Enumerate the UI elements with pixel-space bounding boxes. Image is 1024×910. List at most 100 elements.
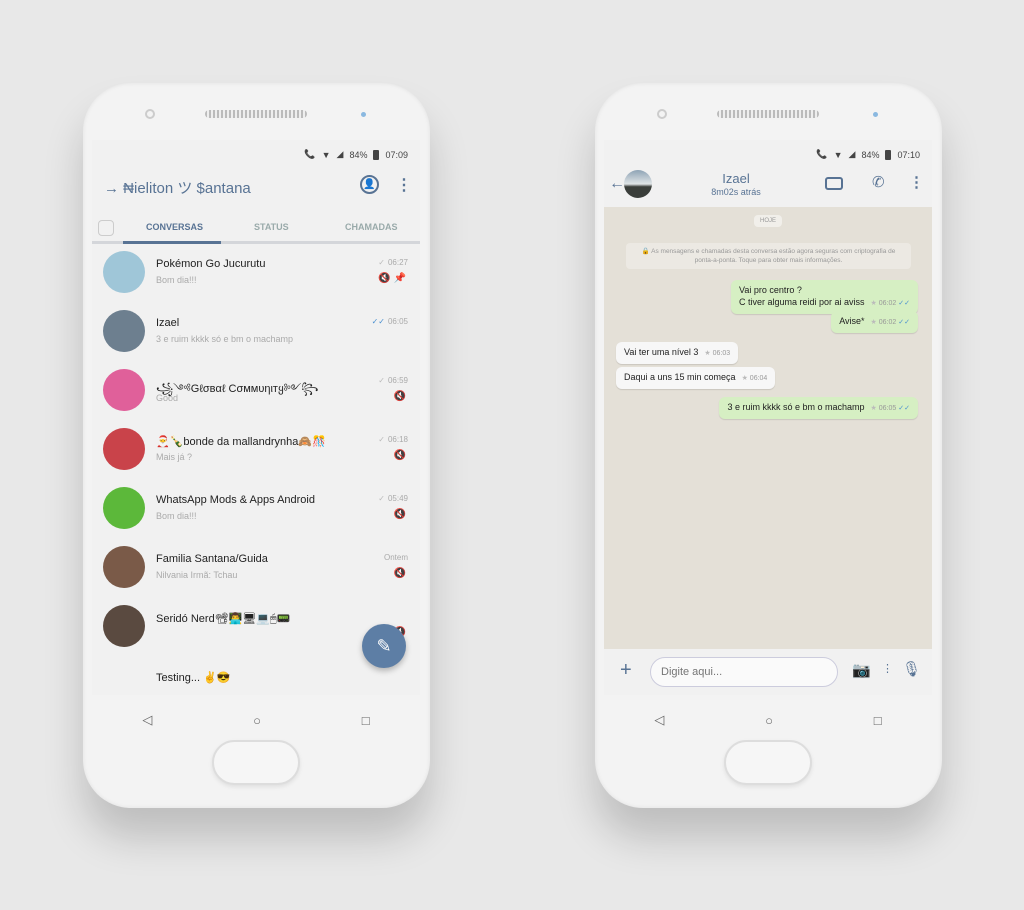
chat-time: ✓ 06:27: [378, 258, 408, 267]
chat-time: [405, 612, 408, 621]
more-options-icon[interactable]: ⋮: [396, 175, 412, 195]
star-icon: ★: [741, 375, 748, 382]
pin-icon: 📌: [393, 273, 406, 284]
chat-indicators: 🔇: [394, 450, 406, 461]
camera-icon[interactable]: 📷: [852, 661, 871, 679]
status-bar: 📞 ▼ ◢ 84% 07:09: [304, 149, 408, 160]
notification-led: [873, 112, 878, 117]
more-icon[interactable]: ⋮: [882, 662, 893, 675]
notification-led: [361, 112, 366, 117]
avatar[interactable]: [103, 605, 145, 647]
front-camera: [145, 109, 155, 119]
chat-row[interactable]: WhatsApp Mods & Apps Android Bom dia!!! ✓ 0…: [92, 481, 420, 540]
home-button[interactable]: [212, 740, 300, 785]
chat-name: ꧁༺Gℓσвαℓ Cσммυηιтყ༻꧂: [156, 383, 319, 395]
tab-chamadas[interactable]: CHAMADAS: [345, 222, 398, 232]
battery-percent: 84%: [349, 149, 368, 160]
chat-row[interactable]: 🎅🍾bonde da mallandrynha🙈🎊 Mais já ? ✓ 06:18…: [92, 422, 420, 481]
call-4g-icon: 📞: [816, 149, 828, 159]
message-text: 3 e ruim kkkk só e bm o machamp: [727, 402, 865, 412]
chat-time: ✓ 06:18: [378, 435, 408, 444]
phone-left: 📞 ▼ ◢ 84% 07:09 → ₦ieliton ツ $antana 👤 ⋮…: [83, 83, 430, 808]
microphone-icon[interactable]: 🎙: [902, 660, 921, 678]
input-bar: + 📷 ⋮ 🎙: [604, 649, 932, 695]
message-time: 06:02: [878, 300, 897, 307]
chat-indicators: 🔇: [394, 568, 406, 579]
home-nav-icon[interactable]: ○: [253, 713, 261, 728]
muted-icon: 🔇: [378, 273, 391, 284]
star-icon: ★: [704, 350, 711, 357]
time-text: 06:59: [387, 376, 408, 385]
outgoing-message[interactable]: Vai pro centro ? C tiver alguma reidi por…: [730, 280, 918, 314]
message-text: Daqui a uns 15 min começa: [624, 372, 736, 382]
wifi-icon: ▼: [321, 149, 331, 160]
muted-icon: 🔇: [393, 568, 406, 579]
attach-plus-icon[interactable]: +: [620, 659, 632, 682]
message-time: 06:02: [878, 319, 897, 326]
nav-bar: ◁ ○ □: [92, 695, 420, 745]
avatar[interactable]: [103, 251, 145, 293]
chat-row[interactable]: Pokémon Go Jucurutu Bom dia!!! ✓ 06:27 🔇 📌: [92, 245, 420, 304]
avatar[interactable]: [103, 428, 145, 470]
message-meta: ★ 06:05 ✓✓: [871, 405, 910, 412]
message-meta: ★ 06:02 ✓✓: [871, 319, 910, 326]
front-camera: [657, 109, 667, 119]
incoming-message[interactable]: Vai ter uma nível 3 ★ 06:03: [616, 342, 739, 364]
message-meta: ★ 06:03: [704, 350, 730, 357]
chat-name: Familia Santana/Guida: [156, 553, 268, 565]
signal-icon: ◢: [336, 149, 344, 159]
chat-preview: Bom dia!!!: [156, 511, 197, 521]
star-icon: ★: [870, 300, 877, 307]
avatar[interactable]: [103, 546, 145, 588]
read-ticks-icon: ✓✓: [898, 405, 910, 412]
clock: 07:09: [385, 149, 408, 160]
home-nav-icon[interactable]: ○: [765, 713, 773, 728]
chat-row[interactable]: Familia Santana/Guida Nilvania Irmã: Tcha…: [92, 540, 420, 599]
message-area[interactable]: HOJE 🔒 As mensagens e chamadas desta con…: [604, 207, 932, 649]
avatar[interactable]: [103, 369, 145, 411]
more-options-icon[interactable]: ⋮: [909, 173, 924, 191]
message-text: Avise*: [839, 316, 865, 326]
chat-row[interactable]: Izael 3 e ruim kkkk só e bm o machamp ✓✓ 06…: [92, 304, 420, 363]
recents-nav-icon[interactable]: □: [874, 713, 882, 728]
conversation-screen: 📞 ▼ ◢ 84% 07:10 ← Izael 8m02s atrás ✆ ⋮ …: [604, 140, 932, 695]
tab-conversas[interactable]: CONVERSAS: [146, 222, 203, 232]
recents-nav-icon[interactable]: □: [362, 713, 370, 728]
battery-percent: 84%: [861, 149, 880, 160]
home-button[interactable]: [724, 740, 812, 785]
chat-time: ✓ 05:49: [378, 494, 408, 503]
chat-row[interactable]: ꧁༺Gℓσвαℓ Cσммυηιтყ༻꧂ Good ✓ 06:59 🔇: [92, 363, 420, 422]
profile-icon[interactable]: 👤: [360, 175, 379, 194]
chat-name: Pokémon Go Jucurutu: [156, 258, 266, 270]
outgoing-message[interactable]: 3 e ruim kkkk só e bm o machamp ★ 06:05 ✓…: [719, 397, 918, 419]
tick-icon: ✓: [378, 376, 385, 385]
message-input[interactable]: [650, 657, 838, 687]
chat-preview: Bom dia!!!: [156, 275, 197, 285]
muted-icon: 🔇: [393, 391, 406, 402]
encryption-notice[interactable]: 🔒 As mensagens e chamadas desta conversa…: [626, 243, 911, 269]
voice-call-icon[interactable]: ✆: [872, 173, 885, 191]
chat-name: WhatsApp Mods & Apps Android: [156, 494, 315, 506]
chat-time: ✓✓ 06:05: [372, 317, 408, 326]
back-nav-icon[interactable]: ◁: [142, 712, 152, 728]
incoming-message[interactable]: Daqui a uns 15 min começa ★ 06:04: [616, 367, 776, 389]
tab-status[interactable]: STATUS: [254, 222, 289, 232]
chat-time: Ontem: [381, 553, 408, 562]
time-text: 06:05: [387, 317, 408, 326]
battery-icon: [885, 149, 892, 160]
chat-preview: Good: [156, 393, 179, 403]
chat-header: ← Izael 8m02s atrás ✆ ⋮: [604, 165, 932, 207]
camera-tab-icon[interactable]: [98, 220, 114, 236]
outgoing-message[interactable]: Avise* ★ 06:02 ✓✓: [831, 311, 918, 333]
video-call-icon[interactable]: [825, 177, 843, 190]
chat-preview: Nilvania Irmã: Tchau: [156, 570, 238, 580]
avatar[interactable]: [103, 487, 145, 529]
back-nav-icon[interactable]: ◁: [654, 712, 664, 728]
muted-icon: 🔇: [393, 450, 406, 461]
new-chat-button[interactable]: ✎: [362, 624, 406, 668]
avatar[interactable]: [103, 310, 145, 352]
chat-list-screen: 📞 ▼ ◢ 84% 07:09 → ₦ieliton ツ $antana 👤 ⋮…: [92, 140, 420, 695]
message-text: C tiver alguma reidi por ai aviss: [738, 297, 865, 307]
star-icon: ★: [870, 319, 877, 326]
time-text: 06:18: [387, 435, 408, 444]
